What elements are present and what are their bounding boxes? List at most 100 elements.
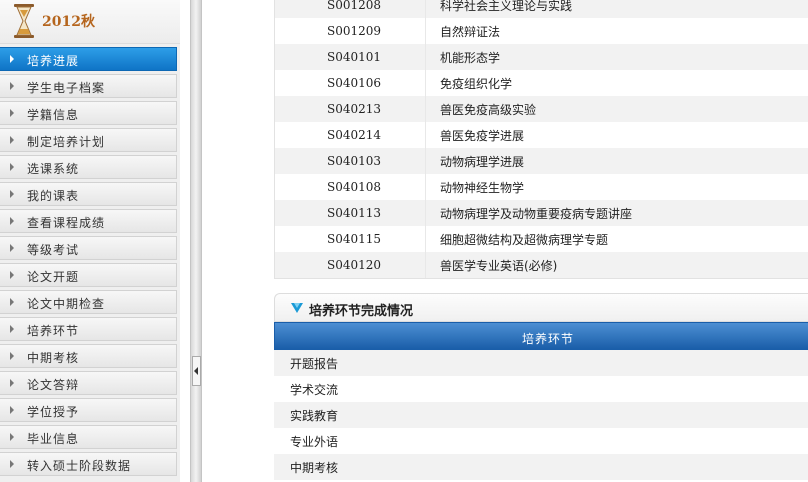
caret-right-icon — [10, 163, 14, 171]
sidebar-item[interactable]: 制定培养计划 — [0, 128, 177, 152]
sidebar-item[interactable]: 培养进展 — [0, 47, 177, 71]
course-code: S040101 — [327, 50, 382, 64]
sidebar-item-label: 培养进展 — [27, 54, 80, 68]
sidebar-item[interactable]: 论文答辩 — [0, 371, 177, 395]
caret-right-icon — [10, 55, 14, 63]
training-link-name: 实践教育 — [290, 409, 339, 423]
table-row: S040213 兽医免疫高级实验 — [275, 96, 808, 122]
sidebar-item[interactable]: 中期考核 — [0, 344, 177, 368]
course-name: 动物病理学及动物重要疫病专题讲座 — [440, 207, 633, 221]
semester-label: 2012秋 — [42, 14, 95, 30]
section-arrow-icon — [291, 303, 303, 313]
course-name: 自然辩证法 — [440, 25, 501, 39]
sidebar-item[interactable]: 培养环节 — [0, 317, 177, 341]
caret-right-icon — [10, 433, 14, 441]
course-code: S001208 — [327, 0, 382, 12]
caret-right-icon — [10, 136, 14, 144]
course-name: 动物病理学进展 — [440, 155, 525, 169]
training-link-name: 开题报告 — [290, 357, 339, 371]
course-code: S040108 — [327, 180, 382, 194]
course-name: 动物神经生物学 — [440, 181, 525, 195]
column-divider — [425, 200, 426, 226]
sidebar-item[interactable]: 学籍信息 — [0, 101, 177, 125]
table-row: 开题报告 — [274, 350, 808, 376]
column-header-training-link: 培养环节 — [522, 332, 575, 346]
table-row: S040108 动物神经生物学 — [275, 174, 808, 200]
sidebar-menu: 培养进展学生电子档案学籍信息制定培养计划 选课系统我的课表查看课程成绩等级考试论文… — [0, 47, 177, 479]
sidebar-item-label: 转入硕士阶段数据 — [27, 459, 132, 473]
course-name: 兽医学专业英语(必修) — [440, 259, 558, 273]
collapse-sidebar-button[interactable] — [192, 356, 201, 386]
sidebar-splitter[interactable] — [190, 0, 202, 482]
sidebar-item[interactable]: 转入硕士阶段数据 — [0, 452, 177, 476]
course-name: 免疫组织化学 — [440, 77, 513, 91]
course-code: S040213 — [327, 102, 382, 116]
course-name: 兽医免疫学进展 — [440, 129, 525, 143]
course-name: 细胞超微结构及超微病理学专题 — [440, 233, 609, 247]
sidebar-item[interactable]: 学位授予 — [0, 398, 177, 422]
sidebar-item-label: 学籍信息 — [27, 108, 80, 122]
caret-right-icon — [10, 352, 14, 360]
sidebar-header: 2012秋 — [0, 0, 180, 44]
course-code: S040214 — [327, 128, 382, 142]
course-code: S040115 — [327, 232, 382, 246]
table-row: S040214 兽医免疫学进展 — [275, 122, 808, 148]
caret-right-icon — [10, 406, 14, 414]
sidebar-item[interactable]: 选课系统 — [0, 155, 177, 179]
course-code: S001209 — [327, 24, 382, 38]
table-row: S040120 兽医学专业英语(必修) — [275, 252, 808, 278]
sidebar-item[interactable]: 毕业信息 — [0, 425, 177, 449]
app-root: 2012秋 培养进展学生电子档案学籍信息制定培养计划 选课系统我的课表查看课程成绩… — [0, 0, 808, 482]
column-divider — [425, 44, 426, 70]
column-divider — [425, 226, 426, 252]
course-code: S040103 — [327, 154, 382, 168]
table-row: 实践教育 — [274, 402, 808, 428]
table-row: S040106 免疫组织化学 — [275, 70, 808, 96]
sidebar-item-label: 我的课表 — [27, 189, 80, 203]
sidebar-item[interactable]: 论文中期检查 — [0, 290, 177, 314]
training-section-panel: 培养环节完成情况 培养环节 开题报告学术交流实践教育专业外语中期考核 — [274, 293, 808, 480]
section-title: 培养环节完成情况 — [309, 304, 414, 319]
course-code: S040120 — [327, 258, 382, 272]
course-code: S040106 — [327, 76, 382, 90]
sidebar-item-label: 选课系统 — [27, 162, 80, 176]
sidebar-item-label: 学位授予 — [27, 405, 80, 419]
caret-right-icon — [10, 460, 14, 468]
column-divider — [425, 18, 426, 44]
table-row: S040103 动物病理学进展 — [275, 148, 808, 174]
hourglass-icon — [14, 4, 34, 38]
course-name: 科学社会主义理论与实践 — [440, 0, 573, 13]
main-content: S001208 科学社会主义理论与实践 S001209 自然辩证法 S040101 机能形… — [202, 0, 808, 482]
sidebar-item-label: 制定培养计划 — [27, 135, 106, 149]
caret-right-icon — [10, 244, 14, 252]
sidebar-item[interactable]: 我的课表 — [0, 182, 177, 206]
sidebar-item-label: 论文开题 — [27, 270, 80, 284]
sidebar: 2012秋 培养进展学生电子档案学籍信息制定培养计划 选课系统我的课表查看课程成绩… — [0, 0, 180, 482]
caret-right-icon — [10, 109, 14, 117]
course-table: S001208 科学社会主义理论与实践 S001209 自然辩证法 S040101 机能形… — [274, 0, 808, 279]
sidebar-item-label: 论文中期检查 — [27, 297, 106, 311]
table-row: S040113 动物病理学及动物重要疫病专题讲座 — [275, 200, 808, 226]
sidebar-item-label: 查看课程成绩 — [27, 216, 106, 230]
course-name: 兽医免疫高级实验 — [440, 103, 537, 117]
sidebar-item-label: 培养环节 — [27, 324, 80, 338]
training-link-name: 专业外语 — [290, 435, 339, 449]
sidebar-item[interactable]: 查看课程成绩 — [0, 209, 177, 233]
table-row: S040101 机能形态学 — [275, 44, 808, 70]
sidebar-item-label: 论文答辩 — [27, 378, 80, 392]
section-table-header: 培养环节 — [274, 322, 808, 350]
sidebar-item[interactable]: 论文开题 — [0, 263, 177, 287]
sidebar-item[interactable]: 等级考试 — [0, 236, 177, 260]
sidebar-item[interactable]: 学生电子档案 — [0, 74, 177, 98]
column-divider — [425, 148, 426, 174]
caret-right-icon — [10, 217, 14, 225]
training-link-name: 学术交流 — [290, 383, 339, 397]
caret-right-icon — [10, 190, 14, 198]
sidebar-item-label: 中期考核 — [27, 351, 80, 365]
section-table-body: 开题报告学术交流实践教育专业外语中期考核 — [274, 350, 808, 480]
training-link-name: 中期考核 — [290, 461, 339, 475]
caret-right-icon — [10, 298, 14, 306]
column-divider — [425, 252, 426, 278]
caret-right-icon — [10, 271, 14, 279]
table-row: S001208 科学社会主义理论与实践 — [275, 0, 808, 18]
